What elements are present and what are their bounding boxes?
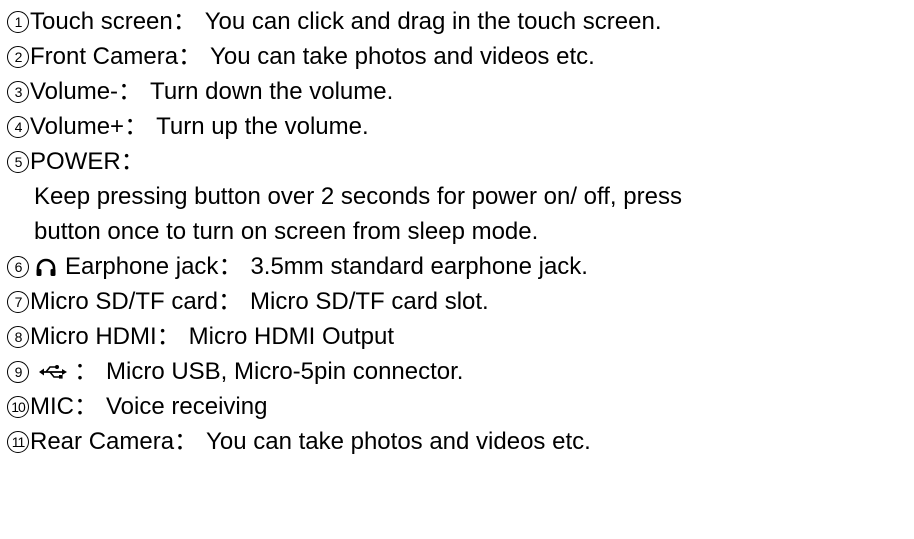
item-separator: ： bbox=[156, 323, 181, 350]
item-separator: ： bbox=[124, 113, 149, 140]
item-separator: ： bbox=[178, 43, 203, 70]
item-description: Micro SD/TF card slot. bbox=[250, 288, 489, 315]
item-label: MIC bbox=[30, 393, 74, 420]
item-number: 3 bbox=[7, 80, 29, 103]
item-label: Touch screen bbox=[30, 8, 173, 35]
item-description: Micro HDMI Output bbox=[188, 323, 395, 350]
item-label: Earphone jack bbox=[65, 253, 219, 280]
list-item-volume-down: 3 Volume- ： Turn down the volume. bbox=[7, 74, 907, 109]
item-label: POWER bbox=[30, 148, 121, 175]
item-number: 8 bbox=[7, 325, 29, 348]
item-number: 2 bbox=[7, 45, 29, 68]
list-item-mic: 10 MIC ： Voice receiving bbox=[7, 389, 907, 424]
item-description: Voice receiving bbox=[106, 393, 268, 420]
power-description-line-1: Keep pressing button over 2 seconds for … bbox=[7, 179, 907, 214]
list-item-earphone-jack: 6 Earphone jack ： 3.5mm standard earphon… bbox=[7, 249, 907, 284]
list-item-micro-hdmi: 8 Micro HDMI ： Micro HDMI Output bbox=[7, 319, 907, 354]
item-description: Turn up the volume. bbox=[156, 113, 369, 140]
item-description: Turn down the volume. bbox=[150, 78, 394, 105]
power-description-line-2: button once to turn on screen from sleep… bbox=[7, 214, 907, 249]
list-item-volume-up: 4 Volume+ ： Turn up the volume. bbox=[7, 109, 907, 144]
item-number: 5 bbox=[7, 150, 29, 173]
item-separator: ： bbox=[172, 8, 197, 35]
item-label: Rear Camera bbox=[30, 428, 175, 455]
item-number: 10 bbox=[7, 395, 29, 418]
item-number: 9 bbox=[7, 360, 29, 383]
document-body: 1 Touch screen ： You can click and drag … bbox=[7, 4, 907, 459]
list-item-power: 5 POWER ： bbox=[7, 144, 907, 179]
item-separator: ： bbox=[218, 288, 243, 315]
item-number: 7 bbox=[7, 290, 29, 313]
item-separator: ： bbox=[74, 358, 98, 385]
item-description: You can click and drag in the touch scre… bbox=[204, 8, 662, 35]
item-number: 1 bbox=[7, 10, 29, 33]
item-separator: ： bbox=[74, 393, 98, 420]
item-label: Micro SD/TF card bbox=[30, 288, 219, 315]
item-separator: ： bbox=[218, 253, 243, 280]
list-item-micro-sd: 7 Micro SD/TF card ： Micro SD/TF card sl… bbox=[7, 284, 907, 319]
list-item-micro-usb: 9 ： Micro USB, Micro-5pin connector. bbox=[7, 354, 907, 389]
item-separator: ： bbox=[120, 148, 145, 175]
list-item-rear-camera: 11 Rear Camera ： You can take photos and… bbox=[7, 424, 907, 459]
item-number: 4 bbox=[7, 115, 29, 138]
item-description: You can take photos and videos etc. bbox=[210, 43, 595, 70]
list-item-touch-screen: 1 Touch screen ： You can click and drag … bbox=[7, 4, 907, 39]
item-description: You can take photos and videos etc. bbox=[206, 428, 591, 455]
item-label: Front Camera bbox=[30, 43, 179, 70]
list-item-front-camera: 2 Front Camera ： You can take photos and… bbox=[7, 39, 907, 74]
item-description: 3.5mm standard earphone jack. bbox=[250, 253, 588, 280]
item-label: Micro HDMI bbox=[30, 323, 157, 350]
usb-icon bbox=[38, 364, 68, 380]
headphones-icon bbox=[35, 257, 57, 277]
item-separator: ： bbox=[118, 78, 143, 105]
item-separator: ： bbox=[174, 428, 199, 455]
item-number: 11 bbox=[7, 430, 29, 453]
item-label: Volume+ bbox=[30, 113, 125, 140]
item-description: Micro USB, Micro-5pin connector. bbox=[106, 358, 464, 385]
item-description: button once to turn on screen from sleep… bbox=[34, 218, 539, 245]
item-description: Keep pressing button over 2 seconds for … bbox=[34, 183, 682, 210]
item-number: 6 bbox=[7, 255, 29, 278]
item-label: Volume- bbox=[30, 78, 119, 105]
